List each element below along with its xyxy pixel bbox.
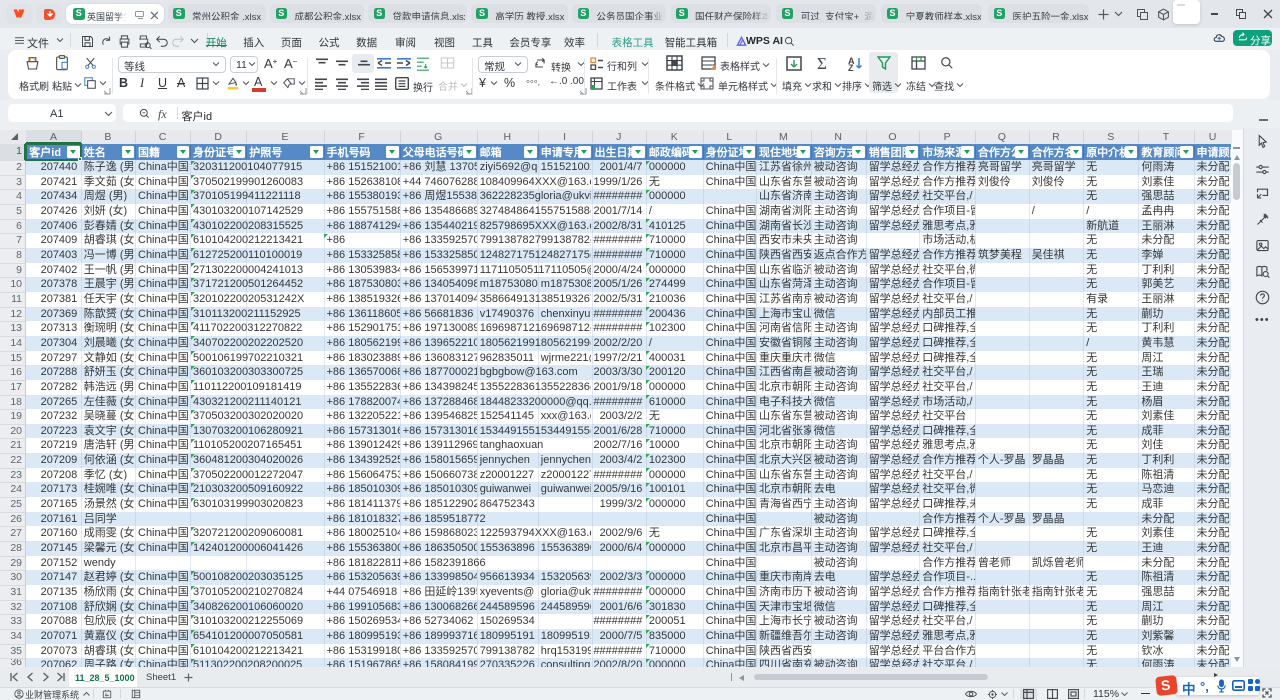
svg-text:Z: Z — [848, 63, 854, 71]
